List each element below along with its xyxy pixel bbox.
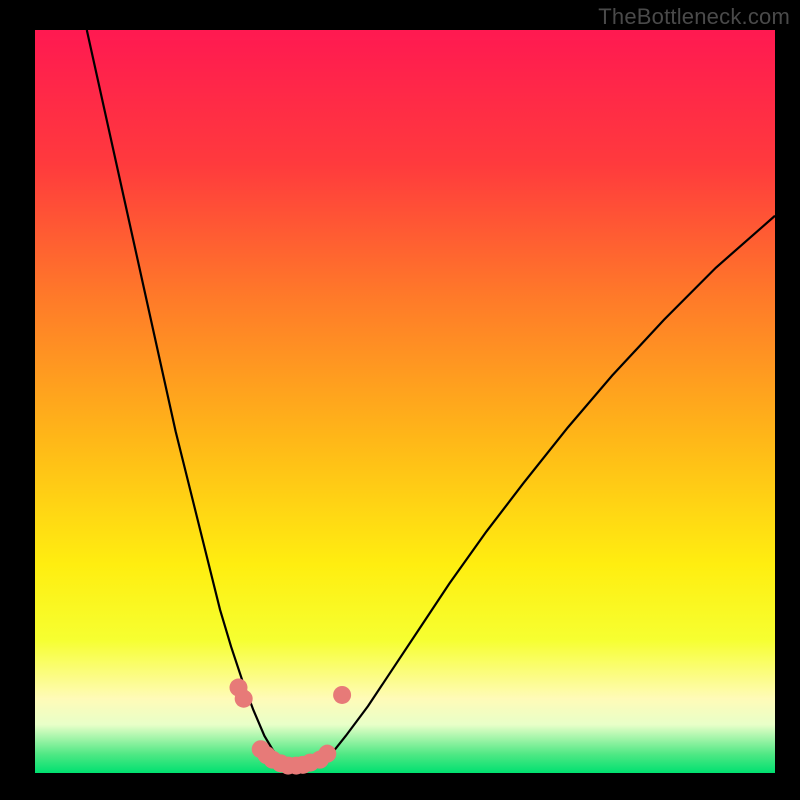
marker-right — [333, 686, 351, 704]
watermark-text: TheBottleneck.com — [598, 4, 790, 30]
data-point — [333, 686, 351, 704]
bottleneck-chart — [0, 0, 800, 800]
data-point — [318, 745, 336, 763]
chart-frame: TheBottleneck.com — [0, 0, 800, 800]
plot-background — [35, 30, 775, 773]
data-point — [235, 690, 253, 708]
